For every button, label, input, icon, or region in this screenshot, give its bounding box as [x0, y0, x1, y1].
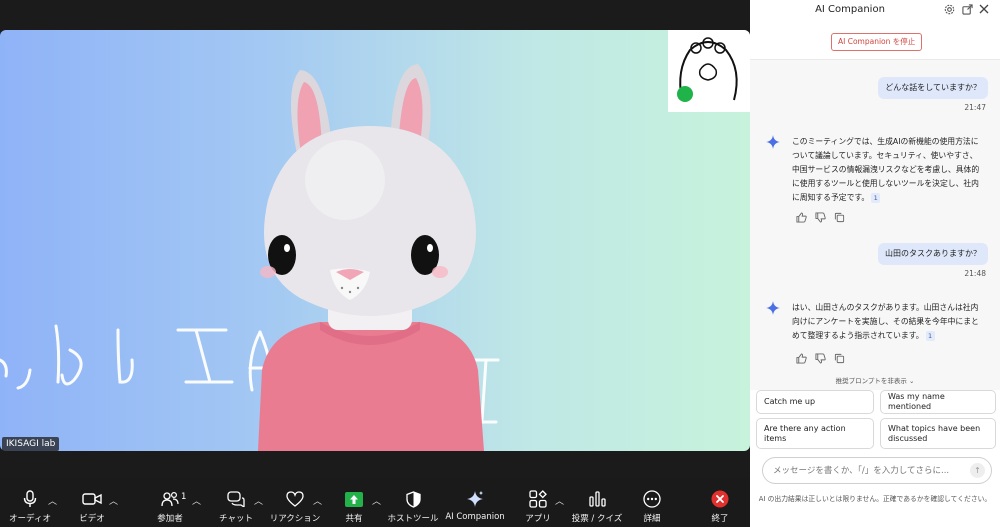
end-meeting-button[interactable]: 終了 [706, 478, 734, 527]
ai-disclaimer: AI の出力結果は正しいとは限りません。正確であるかを確認してください。 [758, 495, 992, 503]
microphone-icon [23, 490, 37, 508]
ai-sparkle-icon [766, 301, 780, 315]
reactions-label: リアクション [269, 514, 321, 524]
video-panel: IKISAGI lab [0, 0, 750, 478]
panel-header: AI Companion [750, 0, 1000, 22]
user-message: どんな話をしていますか？ [878, 77, 988, 99]
participant-name-tag: IKISAGI lab [2, 437, 60, 451]
share-icon [345, 490, 363, 508]
chat-icon [227, 490, 245, 508]
sparkle-icon [466, 490, 484, 508]
prompt-chip[interactable]: Catch me up [756, 390, 874, 414]
send-button[interactable]: ↑ [970, 463, 985, 478]
message-time: 21:48 [964, 269, 986, 278]
audio-options-caret[interactable]: ︿ [48, 494, 57, 507]
participants-icon [161, 490, 179, 508]
video-camera-icon [82, 490, 102, 508]
end-icon [711, 490, 729, 508]
video-options-caret[interactable]: ︿ [109, 494, 118, 507]
participant-count: 1 [181, 492, 187, 502]
ai-sparkle-icon [766, 135, 780, 149]
ai-message: はい、山田さんのタスクがあります。山田さんは社内向けにアンケートを実施し、その結… [792, 301, 982, 343]
chat-label: チャット [219, 514, 253, 524]
more-label: 詳細 [643, 514, 661, 524]
polls-label: 投票 / クイズ [571, 514, 623, 524]
thumbs-down-icon[interactable] [815, 212, 826, 223]
ai-companion-panel: AI Companion AI Companion を停止 どんな話をしています… [750, 0, 1000, 527]
user-message: 山田のタスクありますか？ [878, 243, 988, 265]
prompt-chip[interactable]: Are there any action items [756, 418, 874, 449]
ai-message-text: このミーティングでは、生成AIの新機能の使用方法について議論しています。セキュリ… [792, 137, 980, 202]
stop-ai-companion-button[interactable]: AI Companion を停止 [831, 33, 923, 51]
apps-icon [529, 490, 547, 508]
chat-thread: どんな話をしていますか？ 21:47 このミーティングでは、生成AIの新機能の使… [750, 60, 1000, 390]
share-button[interactable]: 共有 [340, 478, 368, 527]
close-icon[interactable] [978, 4, 990, 16]
message-feedback [796, 353, 845, 364]
copy-icon[interactable] [834, 212, 845, 223]
settings-icon[interactable] [943, 4, 955, 16]
compose-box: ↑ [762, 457, 992, 484]
thumbs-down-icon[interactable] [815, 353, 826, 364]
share-label: 共有 [345, 514, 363, 524]
hide-suggested-prompts[interactable]: 推奨プロンプトを非表示 ⌄ [750, 375, 1000, 385]
self-view-thumbnail[interactable] [668, 30, 750, 112]
ai-message-text: はい、山田さんのタスクがあります。山田さんは社内向けにアンケートを実施し、その結… [792, 303, 979, 340]
prompt-chip[interactable]: Was my name mentioned [880, 390, 996, 414]
heart-icon [286, 490, 304, 508]
end-label: 終了 [711, 514, 729, 524]
message-input[interactable] [773, 458, 963, 483]
avatar-scene [0, 64, 500, 451]
meeting-toolbar: オーディオ ︿ ビデオ ︿ 参加者 1 ︿ チャット ︿ リアクション ︿ 共有… [0, 478, 750, 527]
more-button[interactable]: 詳細 [638, 478, 666, 527]
video-label: ビデオ [79, 514, 105, 524]
apps-options-caret[interactable]: ︿ [555, 494, 564, 507]
chevron-down-icon: ⌄ [908, 377, 915, 385]
video-tile[interactable] [0, 30, 750, 451]
message-time: 21:47 [964, 103, 986, 112]
host-tools-label: ホストツール [387, 514, 439, 524]
ai-message: このミーティングでは、生成AIの新機能の使用方法について議論しています。セキュリ… [792, 135, 982, 205]
thumbs-up-icon[interactable] [796, 212, 807, 223]
audio-button[interactable]: オーディオ [9, 478, 51, 527]
ai-companion-label: AI Companion [445, 512, 505, 522]
reactions-options-caret[interactable]: ︿ [313, 494, 322, 507]
participants-options-caret[interactable]: ︿ [192, 494, 201, 507]
paw-logo [677, 37, 738, 102]
more-icon [643, 490, 661, 508]
apps-button[interactable]: アプリ [522, 478, 554, 527]
thumbs-up-icon[interactable] [796, 353, 807, 364]
arrow-up-icon: ↑ [974, 466, 981, 475]
popout-icon[interactable] [961, 4, 973, 16]
citation-badge[interactable]: 1 [925, 331, 935, 341]
participants-button[interactable]: 参加者 [152, 478, 188, 527]
video-button[interactable]: ビデオ [74, 478, 110, 527]
host-tools-button[interactable]: ホストツール [387, 478, 439, 527]
chat-options-caret[interactable]: ︿ [254, 494, 263, 507]
message-feedback [796, 212, 845, 223]
zoom-meeting-window: IKISAGI lab オーディオ ︿ ビデオ ︿ 参加者 1 ︿ チャット ︿… [0, 0, 1000, 527]
audio-label: オーディオ [9, 514, 51, 524]
chat-button[interactable]: チャット [217, 478, 255, 527]
share-options-caret[interactable]: ︿ [372, 494, 381, 507]
citation-badge[interactable]: 1 [871, 193, 881, 203]
participants-label: 参加者 [157, 514, 183, 524]
suggested-prompts-label: 推奨プロンプトを非表示 [835, 377, 907, 385]
shield-icon [405, 490, 421, 508]
prompt-chip[interactable]: What topics have been discussed [880, 418, 996, 449]
apps-label: アプリ [525, 514, 551, 524]
ai-companion-button[interactable]: AI Companion [445, 478, 505, 527]
polls-button[interactable]: 投票 / クイズ [571, 478, 623, 527]
poll-icon [588, 490, 606, 508]
copy-icon[interactable] [834, 353, 845, 364]
panel-title: AI Companion [815, 4, 885, 15]
